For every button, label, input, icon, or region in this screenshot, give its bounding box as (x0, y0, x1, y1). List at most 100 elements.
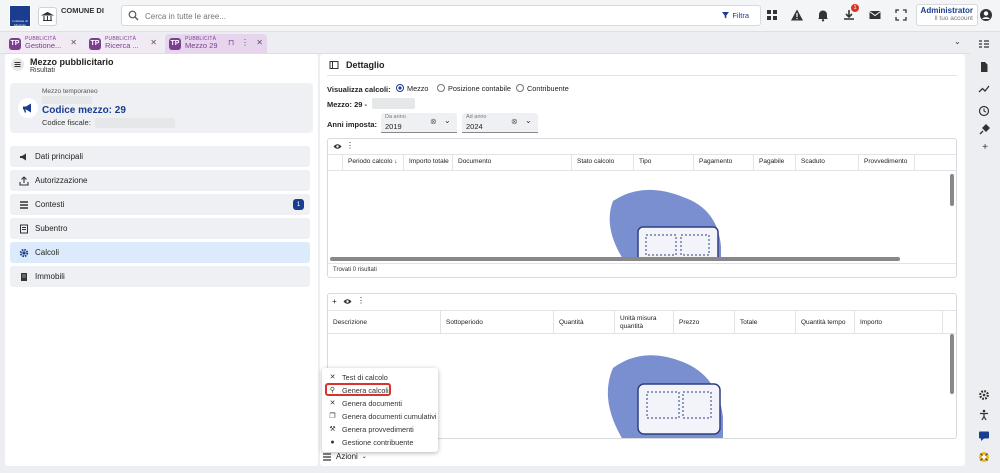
column-header[interactable]: Sottoperiodo (441, 311, 554, 333)
field-value: 2024 (466, 122, 483, 131)
document-icon (18, 223, 29, 234)
menu-item-contesti[interactable]: Contesti 1 (10, 194, 310, 215)
column-label: Importo totale (409, 158, 449, 165)
menu-item-dati-principali[interactable]: Dati principali (10, 146, 310, 167)
column-header[interactable]: Pagamento (694, 155, 754, 170)
top-bar: Comune di Mozzate COMUNE DI Filtra 1 Adm… (0, 0, 1000, 32)
comune-logo[interactable]: Comune di Mozzate (9, 5, 31, 27)
download-icon[interactable]: 1 (842, 4, 859, 24)
tab-ricerca[interactable]: TP PUBBLICITÀ Ricerca ... ✕ (85, 34, 161, 53)
add-icon[interactable]: + (332, 297, 337, 306)
eye-icon[interactable] (343, 298, 352, 305)
column-header[interactable]: Descrizione (328, 311, 441, 333)
column-header[interactable]: Provvedimento (859, 155, 915, 170)
menu-label: Genera documenti (342, 398, 403, 408)
tab-gestione[interactable]: TP PUBBLICITÀ Gestione... ✕ (5, 34, 81, 53)
search-input[interactable] (145, 10, 545, 22)
chat-icon[interactable] (978, 430, 992, 444)
mail-icon[interactable] (868, 8, 884, 24)
column-header[interactable]: Importo (855, 311, 943, 333)
support-icon[interactable] (978, 451, 992, 465)
menu-item-test-calcolo[interactable]: ✕ Test di calcolo (328, 371, 388, 383)
menu-item-gestione-contribuente[interactable]: ● Gestione contribuente (328, 436, 413, 448)
home-button[interactable] (38, 7, 57, 26)
column-header[interactable]: Importo totale (404, 155, 453, 170)
tab-mezzo-29[interactable]: TP PUBBLICITÀ Mezzo 29 ⊓ ⋮ ✕ (165, 34, 267, 53)
menu-label: Gestione contribuente (342, 437, 414, 447)
menu-label: Autorizzazione (35, 176, 88, 185)
column-header[interactable]: Unità misura quantità (615, 311, 674, 333)
column-header[interactable]: Periodo calcolo ↓ (343, 155, 404, 170)
column-header[interactable]: Totale (735, 311, 796, 333)
column-header[interactable]: Prezzo (674, 311, 735, 333)
more-icon[interactable]: ⋮ (346, 141, 354, 150)
column-header[interactable]: Quantità (554, 311, 615, 333)
megaphone-icon (18, 98, 38, 118)
close-icon[interactable]: ✕ (70, 38, 77, 47)
list-detail-icon[interactable] (978, 39, 992, 53)
column-header[interactable]: Documento (453, 155, 572, 170)
user-icon[interactable] (979, 8, 993, 22)
menu-item-calcoli[interactable]: Calcoli (10, 242, 310, 263)
ad-anno-select[interactable]: Ad anno 2024 ⊗ ⌄ (462, 113, 538, 133)
da-anno-select[interactable]: Da anno 2019 ⊗ ⌄ (381, 113, 457, 133)
menu-item-genera-provvedimenti[interactable]: ⚒ Genera provvedimenti (328, 423, 413, 435)
plugin-icon[interactable] (978, 124, 992, 138)
document-icon[interactable] (978, 61, 992, 75)
column-label: Quantità tempo (801, 319, 846, 326)
tab-bar: TP PUBBLICITÀ Gestione... ✕ TP PUBBLICITÀ… (0, 32, 970, 54)
clear-icon[interactable]: ⊗ (430, 117, 437, 126)
list-icon (14, 62, 21, 67)
menu-item-genera-documenti-cumulativi[interactable]: ❐ Genera documenti cumulativi (328, 410, 436, 422)
bank-icon (40, 11, 55, 22)
bell-icon[interactable] (816, 8, 832, 24)
menu-item-immobili[interactable]: Immobili (10, 266, 310, 287)
column-header[interactable]: Scaduto (796, 155, 859, 170)
person-icon: ● (330, 438, 335, 446)
account-button[interactable]: Administrator Il tuo account (916, 4, 978, 26)
radio-mezzo[interactable]: Mezzo (396, 84, 429, 93)
vertical-scrollbar[interactable] (950, 174, 954, 206)
panel-subtitle: Risultati (30, 67, 55, 74)
settings-icon[interactable] (978, 389, 992, 403)
filter-label: Filtra (732, 11, 749, 20)
column-header[interactable]: Quantità tempo (796, 311, 855, 333)
bookmark-icon[interactable]: ⊓ (228, 38, 234, 47)
more-icon[interactable]: ⋮ (241, 38, 249, 47)
chevron-down-icon[interactable]: ⌄ (954, 37, 961, 46)
column-label: Tipo (639, 158, 652, 165)
field-value: 2019 (385, 122, 402, 131)
filter-button[interactable]: Filtra (717, 9, 754, 22)
menu-item-subentro[interactable]: Subentro (10, 218, 310, 239)
clear-icon[interactable]: ⊗ (511, 117, 518, 126)
sidebar-toggle-icon[interactable] (329, 60, 339, 70)
more-icon[interactable]: ⋮ (357, 296, 365, 305)
add-icon[interactable]: + (978, 142, 992, 156)
list-toggle-button[interactable] (11, 58, 24, 71)
warning-icon[interactable] (790, 8, 806, 24)
tab-pubblicita-icon: TP (169, 37, 181, 50)
vertical-scrollbar[interactable] (950, 334, 954, 394)
gear-icon (18, 247, 29, 258)
menu-item-autorizzazione[interactable]: Autorizzazione (10, 170, 310, 191)
chevron-down-icon[interactable]: ⌄ (525, 116, 532, 125)
close-icon[interactable]: ✕ (256, 38, 263, 47)
radio-posizione-contabile[interactable]: Posizione contabile (437, 84, 511, 93)
horizontal-scrollbar[interactable] (330, 257, 900, 261)
history-icon[interactable] (978, 105, 992, 119)
column-header[interactable]: Tipo (634, 155, 694, 170)
column-header[interactable]: Pagabile (754, 155, 796, 170)
menu-item-genera-documenti[interactable]: ✕ Genera documenti (328, 397, 402, 409)
chevron-down-icon[interactable]: ⌄ (444, 116, 451, 125)
grid-icon[interactable] (765, 8, 781, 24)
search-bar[interactable]: Filtra (121, 5, 761, 26)
close-icon[interactable]: ✕ (150, 38, 157, 47)
radio-contribuente[interactable]: Contribuente (516, 84, 569, 93)
trend-icon[interactable] (978, 83, 992, 97)
accessibility-icon[interactable] (978, 409, 992, 423)
actions-button[interactable]: Azioni ⌄ (322, 450, 382, 463)
column-header[interactable]: Stato calcolo (572, 155, 634, 170)
fullscreen-icon[interactable] (894, 8, 910, 24)
actions-label: Azioni (336, 452, 358, 461)
eye-icon[interactable] (333, 143, 342, 150)
